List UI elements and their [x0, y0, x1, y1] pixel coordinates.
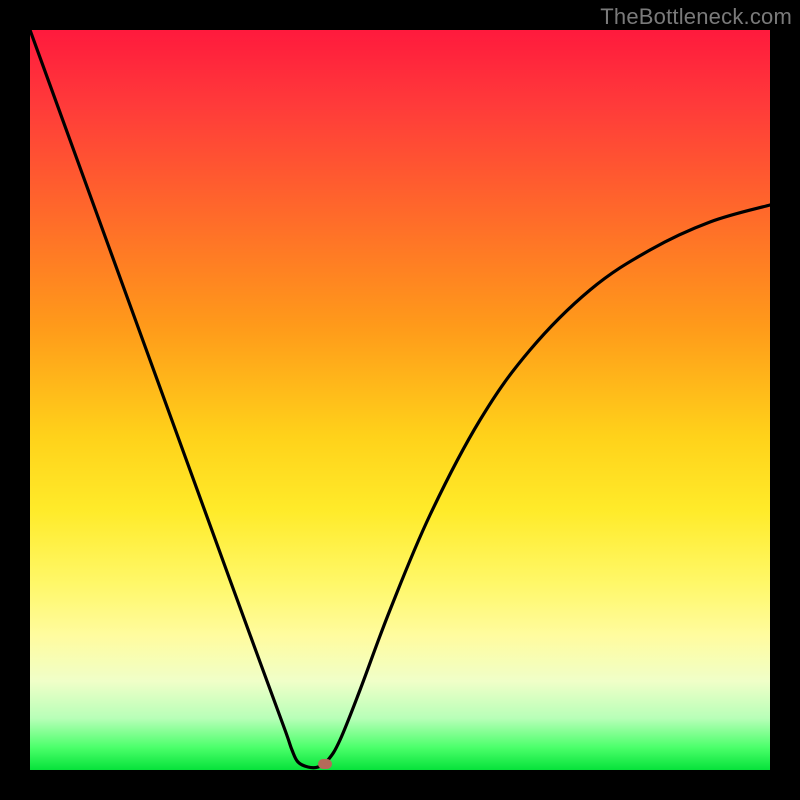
chart-plot-area — [30, 30, 770, 770]
bottleneck-curve — [30, 30, 770, 770]
watermark-text: TheBottleneck.com — [600, 4, 792, 30]
chart-frame: TheBottleneck.com — [0, 0, 800, 800]
optimal-marker — [318, 759, 332, 769]
curve-path — [30, 30, 770, 768]
